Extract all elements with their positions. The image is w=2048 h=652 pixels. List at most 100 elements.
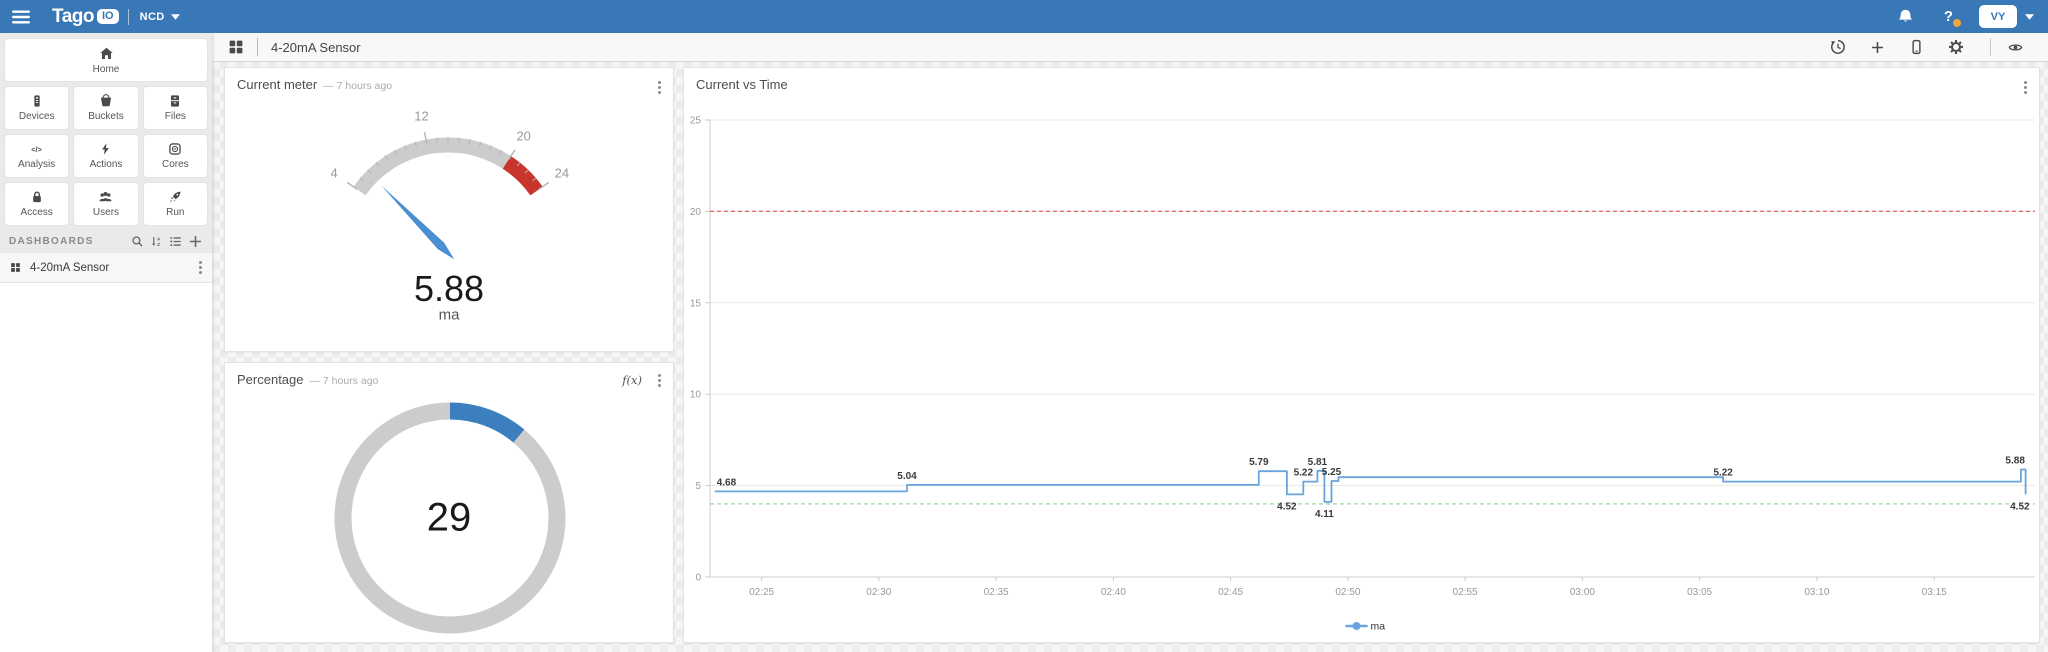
svg-text:5.22: 5.22 — [1713, 468, 1733, 479]
svg-text:03:05: 03:05 — [1687, 587, 1712, 598]
list-view-icon[interactable] — [169, 235, 182, 248]
svg-text:ma: ma — [1371, 621, 1386, 633]
svg-text:4: 4 — [330, 165, 337, 180]
current-meter-widget: Current meter — 7 hours ago 4 12 20 24 5.88… — [224, 67, 674, 352]
help-icon[interactable]: ? — [1943, 8, 1961, 27]
sidebar-item-analysis[interactable]: </> Analysis — [4, 134, 70, 178]
svg-text:4.52: 4.52 — [1277, 501, 1297, 512]
search-icon[interactable] — [131, 235, 144, 248]
settings-gear-icon[interactable] — [1948, 39, 1964, 55]
dashboard-title: 4-20mA Sensor — [271, 39, 361, 55]
widget-header: Current vs Time — [684, 68, 2039, 96]
cores-icon — [168, 142, 182, 156]
dashboards-heading: DASHBOARDS — [9, 236, 94, 247]
formula-icon[interactable]: f(x) — [622, 373, 642, 387]
svg-text:5.25: 5.25 — [1322, 467, 1342, 478]
svg-text:02:25: 02:25 — [749, 587, 774, 598]
widget-timestamp: — 7 hours ago — [323, 80, 393, 92]
sidebar-item-buckets[interactable]: Buckets — [73, 86, 139, 130]
dashboard-list-item[interactable]: 4-20mA Sensor — [0, 253, 212, 283]
dashboards-header: DASHBOARDS AZ — [0, 230, 212, 253]
hamburger-menu-icon[interactable] — [12, 10, 30, 24]
dashboard-canvas: Current meter — 7 hours ago 4 12 20 24 5.88… — [212, 61, 2048, 652]
svg-text:20: 20 — [516, 128, 530, 143]
toolbar-actions — [1830, 38, 2048, 56]
svg-text:02:30: 02:30 — [866, 587, 891, 598]
svg-text:</>: </> — [31, 145, 42, 154]
svg-text:02:35: 02:35 — [984, 587, 1009, 598]
sidebar-item-label: Users — [92, 207, 120, 218]
svg-text:02:50: 02:50 — [1335, 587, 1360, 598]
widget-header: Current meter — 7 hours ago — [225, 68, 673, 96]
line-chart: 0 5 10 15 20 25 02:25 02:30 02:35 02:40 02:45 02:50… — [684, 68, 2041, 649]
tagoio-app: Tago IO NCD ? VY 4-20mA Sensor Home Devi… — [0, 0, 2048, 652]
dashboard-toolbar: 4-20mA Sensor — [212, 33, 2048, 62]
svg-text:4.11: 4.11 — [1315, 509, 1334, 520]
svg-text:03:00: 03:00 — [1570, 587, 1595, 598]
donut-value: 29 — [426, 495, 472, 540]
sort-az-icon[interactable]: AZ — [150, 235, 163, 248]
sidebar-item-run[interactable]: Run — [142, 182, 208, 226]
sidebar-tile-grid: Devices Buckets Files </> Analysis Actions Cor… — [4, 86, 208, 226]
svg-text:Z: Z — [157, 242, 160, 248]
divider — [127, 8, 129, 25]
apps-grid-icon[interactable] — [228, 39, 244, 55]
brand-text: Tago — [52, 5, 94, 27]
notification-dot — [1953, 19, 1961, 27]
buckets-icon — [99, 94, 113, 108]
tagoio-logo[interactable]: Tago IO — [52, 6, 119, 28]
sidebar-item-label: Buckets — [88, 111, 124, 122]
divider — [257, 38, 258, 56]
widget-menu-icon[interactable] — [2024, 86, 2027, 89]
sidebar-item-files[interactable]: Files — [142, 86, 208, 130]
sidebar-item-devices[interactable]: Devices — [4, 86, 70, 130]
sidebar-item-actions[interactable]: Actions — [73, 134, 139, 178]
sidebar-item-label: Access — [20, 207, 53, 218]
sidebar-tiles: Home Devices Buckets Files </> Analysis Actio… — [0, 33, 212, 230]
sidebar-item-access[interactable]: Access — [4, 182, 70, 226]
notifications-bell-icon[interactable] — [1897, 8, 1914, 25]
sidebar-item-label: Files — [164, 111, 186, 122]
workspace-name: NCD — [139, 10, 165, 23]
svg-text:12: 12 — [414, 109, 428, 124]
svg-text:4.68: 4.68 — [717, 477, 737, 488]
svg-text:5.79: 5.79 — [1249, 457, 1269, 468]
svg-text:03:15: 03:15 — [1922, 587, 1947, 598]
svg-text:5: 5 — [695, 481, 701, 492]
account-chevron-down-icon[interactable] — [2025, 13, 2034, 20]
sidebar-item-label: Run — [166, 207, 185, 218]
dashboard-item-menu-icon[interactable] — [199, 266, 202, 269]
workspace-selector[interactable]: NCD — [140, 11, 180, 23]
mobile-view-icon[interactable] — [1909, 39, 1924, 55]
avatar[interactable]: VY — [1979, 5, 2017, 28]
svg-text:24: 24 — [555, 165, 569, 180]
sidebar-item-users[interactable]: Users — [73, 182, 139, 226]
top-navbar: Tago IO NCD ? VY — [0, 0, 2048, 33]
widget-menu-icon[interactable] — [658, 378, 661, 382]
sidebar-item-label: Devices — [18, 111, 55, 122]
help-glyph: ? — [1943, 8, 1953, 25]
svg-text:15: 15 — [690, 298, 702, 309]
actions-icon — [99, 142, 112, 156]
widget-timestamp: — 7 hours ago — [309, 375, 379, 387]
svg-text:5.88: 5.88 — [2005, 456, 2025, 467]
history-icon[interactable] — [1830, 39, 1846, 55]
hide-sidebar-eye-icon[interactable] — [2007, 40, 2024, 55]
svg-text:5.04: 5.04 — [897, 471, 917, 482]
widget-title: Percentage — [237, 372, 304, 387]
sidebar-item-label: Actions — [89, 159, 123, 170]
sidebar-item-cores[interactable]: Cores — [142, 134, 208, 178]
legend-item[interactable]: ma — [1345, 621, 1386, 633]
add-widget-icon[interactable] — [1870, 40, 1885, 55]
svg-text:02:45: 02:45 — [1218, 587, 1243, 598]
sidebar-top: Home Devices Buckets Files </> Analysis Actio… — [0, 33, 212, 283]
add-dashboard-icon[interactable] — [188, 234, 203, 249]
gauge-value: 5.88 — [413, 268, 485, 309]
widget-menu-icon[interactable] — [658, 86, 661, 89]
svg-text:20: 20 — [690, 207, 702, 218]
users-icon — [98, 190, 113, 204]
dashboard-item-label: 4-20mA Sensor — [30, 261, 110, 274]
sidebar-item-home[interactable]: Home — [4, 38, 208, 82]
files-icon — [168, 94, 182, 108]
svg-text:02:40: 02:40 — [1101, 587, 1126, 598]
